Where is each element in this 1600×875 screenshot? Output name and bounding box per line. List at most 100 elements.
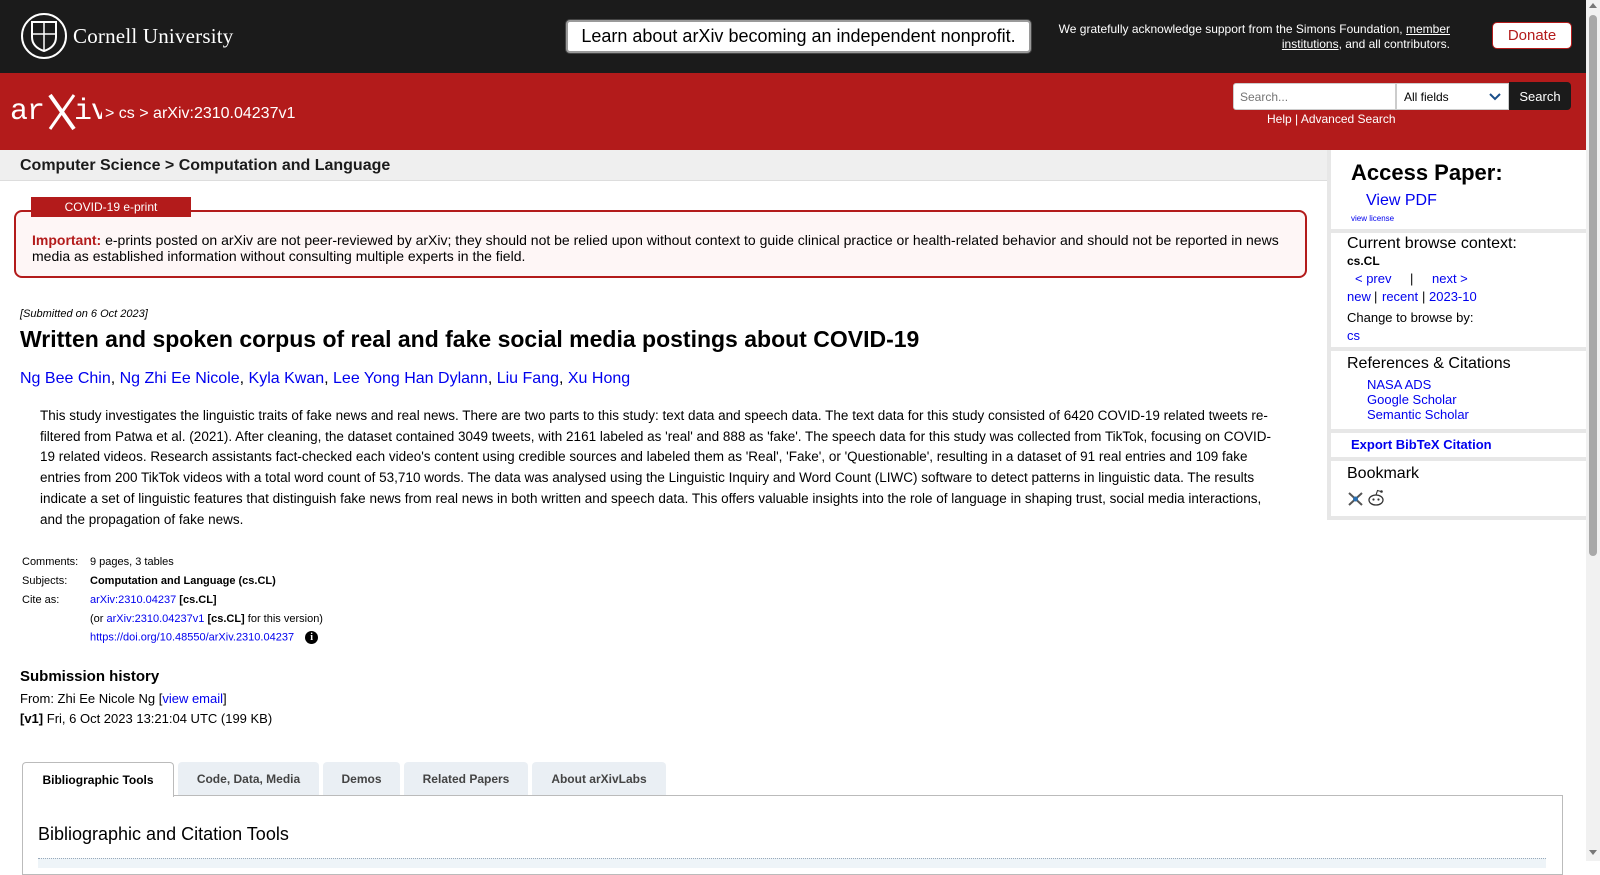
breadcrumb-paper-id: arXiv:2310.04237v1 [153,105,296,122]
export-bibtex-link[interactable]: Export BibTeX Citation [1351,437,1492,452]
version-value: (or arXiv:2310.04237v1 [cs.CL] for this … [90,613,323,625]
submitter-prefix: From: Zhi Ee Nicole Ng [ [20,691,163,706]
chevron-down-icon [1489,92,1501,100]
svg-text:iv: iv [74,95,102,129]
cite-value: arXiv:2310.04237 [cs.CL] [90,594,217,606]
nonprofit-notice-button[interactable]: Learn about arXiv becoming an independen… [566,20,1031,53]
breadcrumb: > cs > arXiv:2310.04237v1 [105,105,295,123]
scroll-down-arrow-icon[interactable] [1589,850,1597,855]
important-text: e-prints posted on arXiv are not peer-re… [32,232,1279,264]
top-bar: Cornell University Learn about arXiv bec… [0,0,1586,73]
separator: | [1422,289,1426,304]
version-id-link[interactable]: arXiv:2310.04237v1 [107,613,205,625]
donate-button[interactable]: Donate [1492,22,1572,49]
author-link[interactable]: Ng Zhi Ee Nicole [120,370,240,387]
breadcrumb-separator: > [105,105,115,122]
subjects-value: Computation and Language (cs.CL) [90,575,276,587]
cornell-seal-icon [21,13,67,59]
search-button[interactable]: Search [1509,82,1571,110]
prev-link[interactable]: < prev [1355,271,1392,286]
reddit-icon[interactable] [1367,489,1385,507]
cite-id-link[interactable]: arXiv:2310.04237 [90,594,176,606]
bibsonomy-icon[interactable] [1347,490,1364,507]
scrollbar-thumb[interactable] [1589,15,1597,556]
page-scrollbar[interactable] [1586,0,1600,861]
cornell-wordmark: Cornell University [73,23,234,48]
cornell-logo[interactable]: Cornell University [21,13,234,59]
arxiv-logo[interactable]: ar iv [10,91,109,136]
support-acknowledgement: We gratefully acknowledge support from t… [1030,22,1450,52]
tab-code-data-media[interactable]: Code, Data, Media [178,762,319,795]
tab-about-arxivlabs[interactable]: About arXivLabs [532,762,666,795]
help-separator: | [1295,112,1299,126]
author-link[interactable]: Ng Bee Chin [20,370,111,387]
export-section: Export BibTeX Citation [1331,433,1590,461]
search-input[interactable] [1233,83,1396,110]
submitted-date: [Submitted on 6 Oct 2023] [20,308,148,320]
search-field-select[interactable]: All fields [1396,83,1509,110]
browse-cs-link[interactable]: cs [1347,328,1360,343]
doi-value: https://doi.org/10.48550/arXiv.2310.0423… [90,631,319,644]
search-field-value: All fields [1404,89,1449,104]
cite-label: Cite as: [22,594,60,606]
access-paper-title: Access Paper: [1351,160,1503,185]
tab-bibliographic-tools[interactable]: Bibliographic Tools [22,762,174,797]
tab-demos[interactable]: Demos [323,762,400,795]
prev-next-separator: | [1410,271,1414,286]
arxiv-header: ar iv > cs > arXiv:2310.04237v1 All fiel… [0,73,1586,150]
recent-link[interactable]: recent [1382,289,1418,304]
covid-notice-text: Important: e-prints posted on arXiv are … [32,232,1292,264]
comments-label: Comments: [22,556,79,568]
help-link[interactable]: Help [1267,112,1292,126]
paper-title: Written and spoken corpus of real and fa… [20,326,920,352]
nasa-ads-link[interactable]: NASA ADS [1367,377,1431,392]
submission-history-title: Submission history [20,668,160,685]
version-suffix: for this version) [247,613,323,625]
subject-header-bar: Computer Science > Computation and Langu… [0,150,1327,181]
semantic-scholar-link[interactable]: Semantic Scholar [1367,407,1469,422]
info-icon[interactable]: i [305,631,319,644]
view-pdf-link[interactable]: View PDF [1366,192,1437,210]
month-link[interactable]: 2023-10 [1429,289,1477,304]
svg-text:ar: ar [10,95,44,129]
browse-context-value: cs.CL [1347,254,1380,268]
next-link[interactable]: next > [1432,271,1468,286]
bookmark-section: Bookmark [1331,461,1590,520]
advanced-search-link[interactable]: Advanced Search [1301,112,1396,126]
references-section: References & Citations NASA ADS Google S… [1331,351,1590,433]
help-links: Help | Advanced Search [1267,112,1396,126]
author-link[interactable]: Liu Fang [497,370,559,387]
author-link[interactable]: Kyla Kwan [249,370,325,387]
breadcrumb-separator: > [139,105,149,122]
scroll-up-arrow-icon[interactable] [1589,3,1597,8]
references-title: References & Citations [1347,355,1511,372]
browse-context-title: Current browse context: [1347,235,1517,252]
subjects-label: Subjects: [22,575,68,587]
author-link[interactable]: Xu Hong [568,370,630,387]
author-list: Ng Bee Chin, Ng Zhi Ee Nicole, Kyla Kwan… [20,370,631,387]
covid-eprint-tab: COVID-19 e-print [31,197,191,217]
abstract: This study investigates the linguistic t… [40,408,1271,527]
cite-tag: [cs.CL] [179,594,217,606]
view-license-link[interactable]: view license [1351,214,1394,223]
version-history-line: [v1] Fri, 6 Oct 2023 13:21:04 UTC (199 K… [20,711,272,726]
browse-context-section: Current browse context: cs.CL < prev | n… [1331,233,1590,351]
view-email-link[interactable]: view email [162,691,223,706]
separator: | [1374,289,1378,304]
author-link[interactable]: Lee Yong Han Dylann [333,370,488,387]
subject-header: Computer Science > Computation and Langu… [20,157,391,174]
change-browse-label: Change to browse by: [1347,310,1474,325]
v1-text: Fri, 6 Oct 2023 13:21:04 UTC (199 KB) [46,711,273,726]
v1-label[interactable]: [v1] [20,711,43,726]
submitter-suffix: ] [223,691,227,706]
version-prefix: (or [90,613,104,625]
tab-related-papers[interactable]: Related Papers [404,762,528,795]
support-suffix: , and all contributors. [1338,37,1450,51]
version-tag: [cs.CL] [207,613,245,625]
breadcrumb-cs[interactable]: cs [119,105,135,122]
google-scholar-link[interactable]: Google Scholar [1367,392,1457,407]
right-sidebar: Access Paper: View PDF view license Curr… [1327,150,1590,520]
support-prefix: We gratefully acknowledge support from t… [1058,22,1403,36]
new-link[interactable]: new [1347,289,1371,304]
doi-link[interactable]: https://doi.org/10.48550/arXiv.2310.0423… [90,631,294,643]
